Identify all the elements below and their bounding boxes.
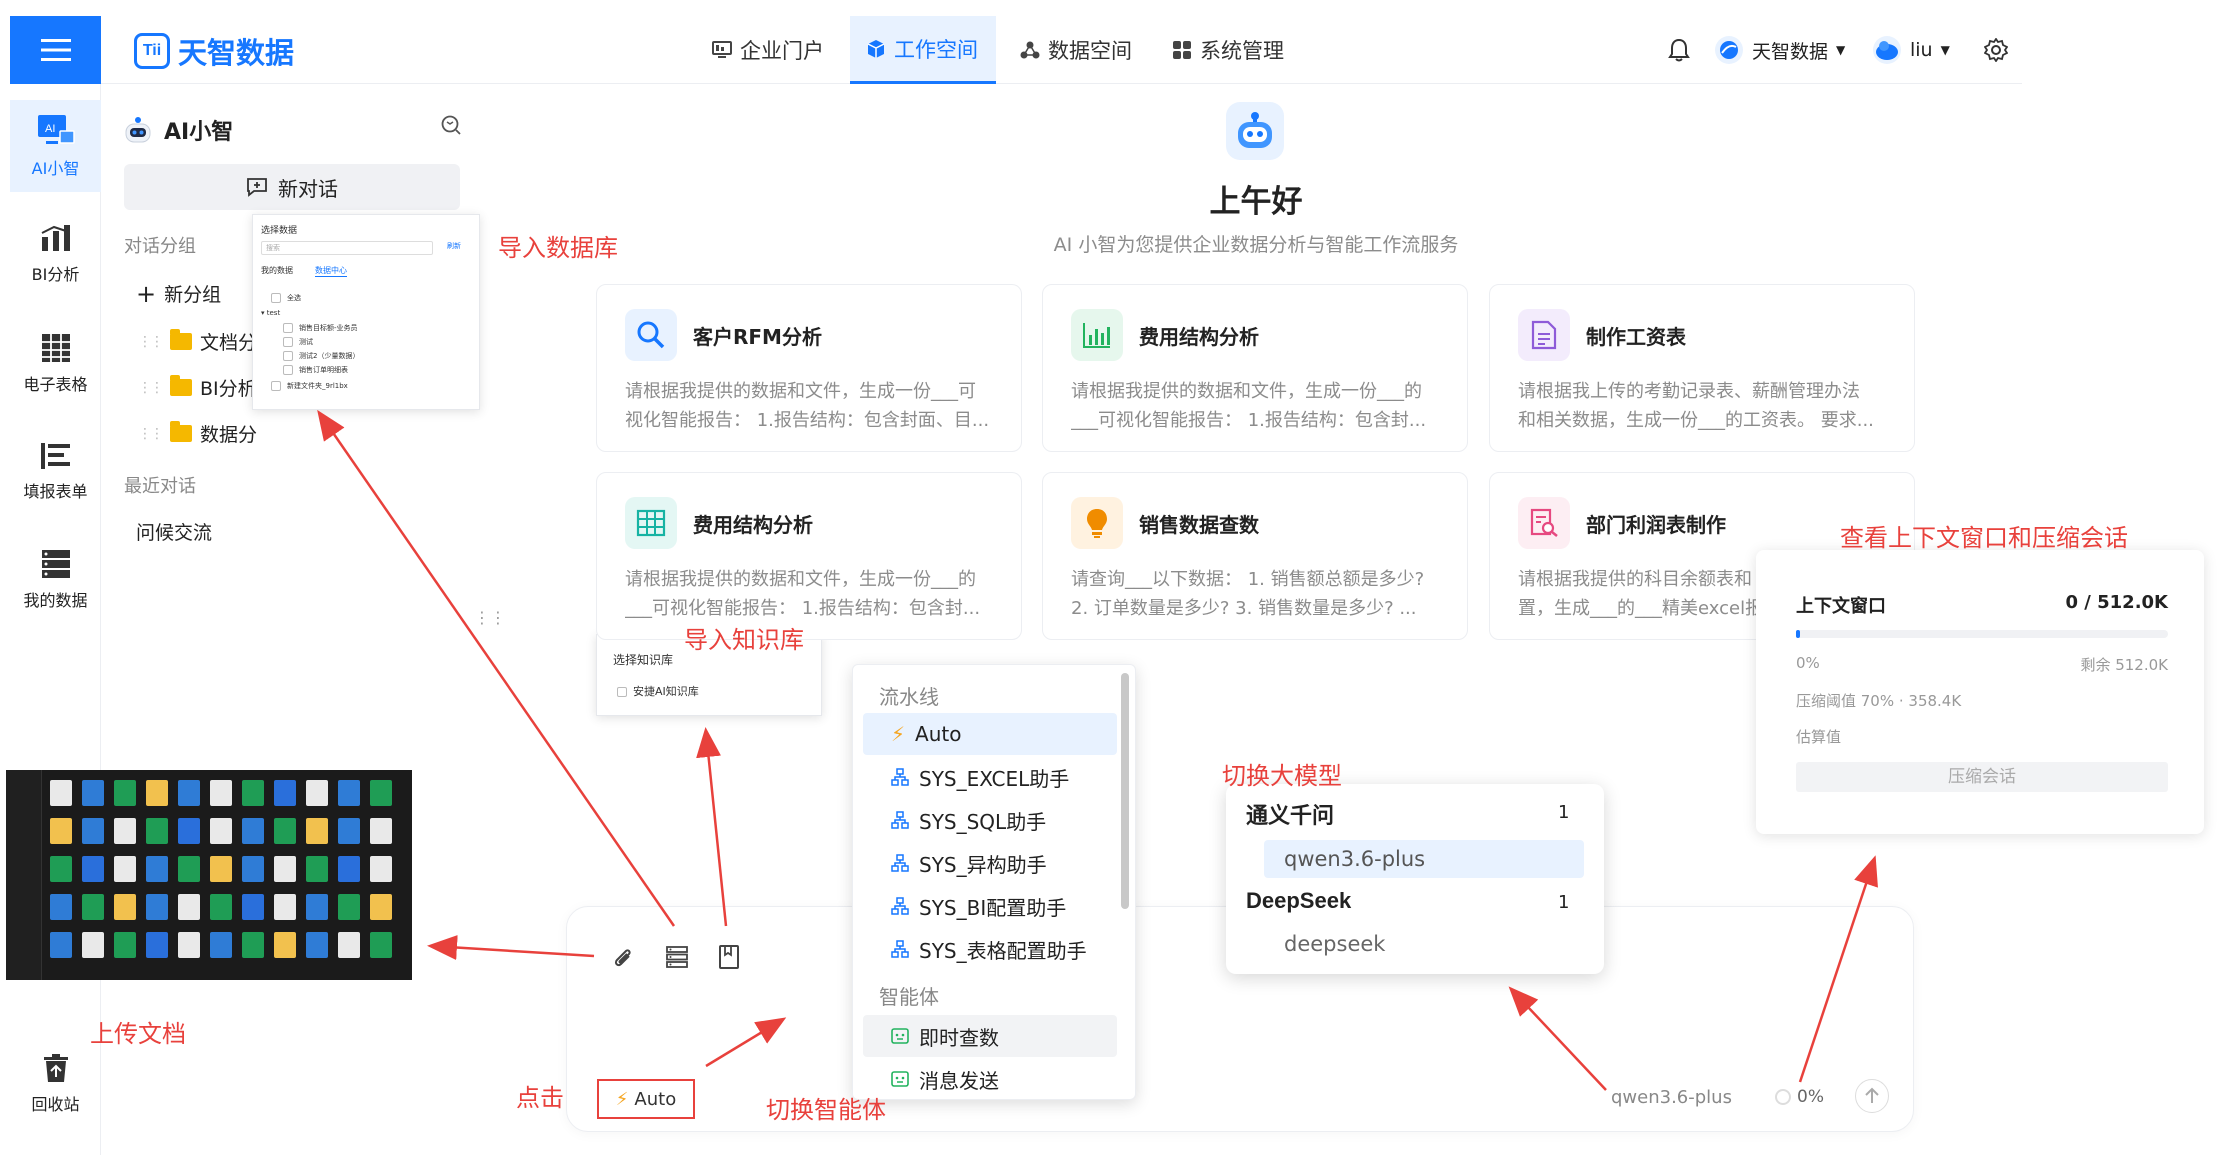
arrow-to-context-panel — [1798, 855, 1878, 1083]
arrow-to-knowledge-popup — [696, 727, 728, 927]
annotation-arrows — [317, 409, 1878, 1091]
arrow-to-model-dropdown — [1508, 986, 1607, 1091]
arrow-to-agent-dropdown — [705, 1017, 787, 1068]
arrow-to-file-picker — [427, 935, 595, 961]
arrow-to-database-popup — [317, 409, 676, 927]
